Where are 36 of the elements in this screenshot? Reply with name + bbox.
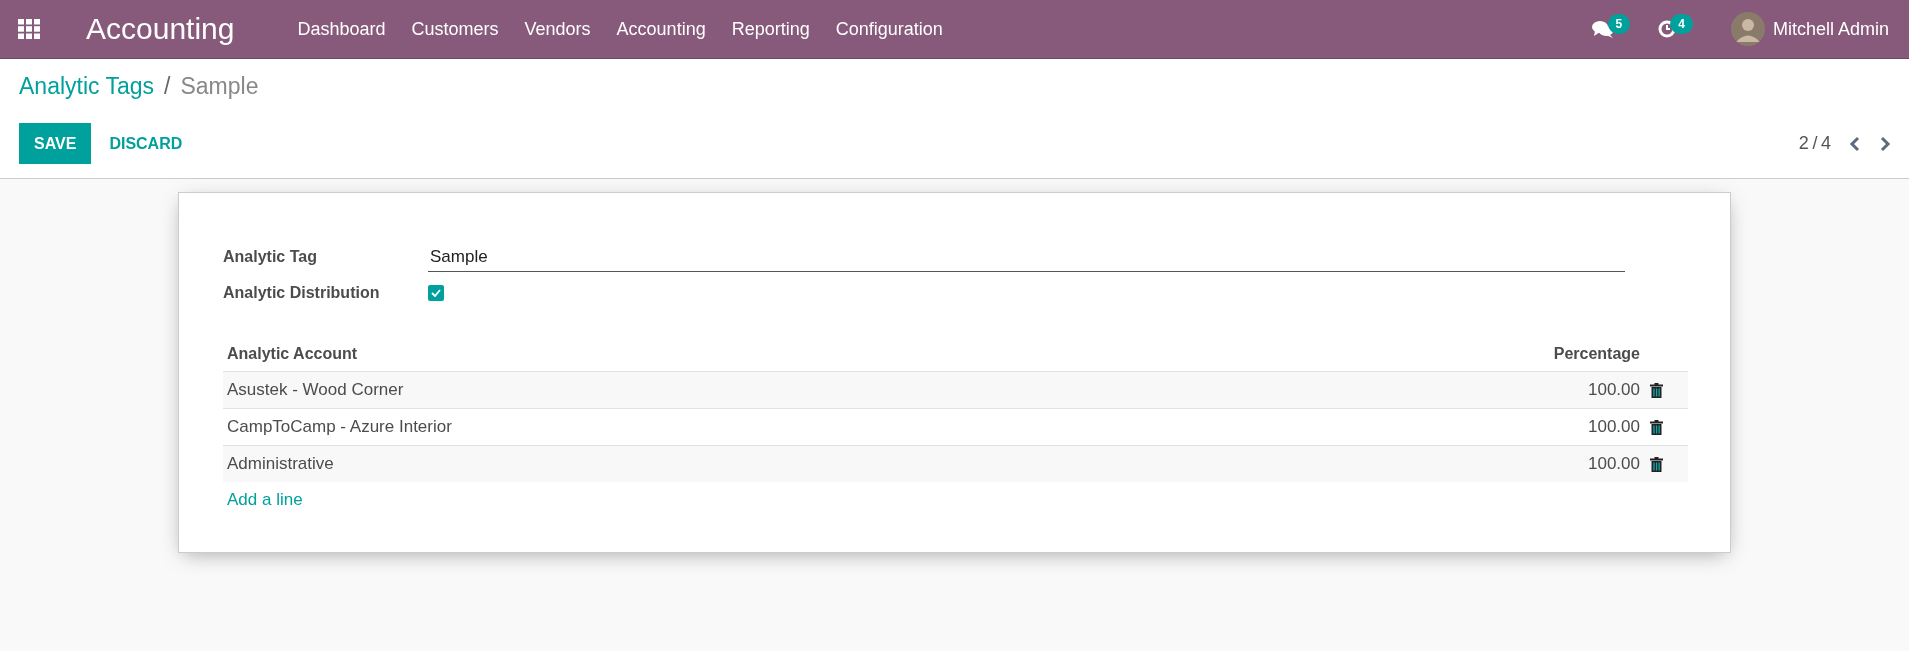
field-label: Analytic Distribution [223,284,381,302]
checkmark-icon [431,289,441,297]
apps-menu-icon[interactable] [18,19,40,39]
next-icon[interactable] [1879,135,1891,152]
add-line-link[interactable]: Add a line [223,482,307,518]
column-header: Percentage [1516,333,1644,372]
menu-item[interactable]: Accounting [603,18,719,40]
message-count-badge: 5 [1607,14,1631,34]
table-cell: CampToCamp - Azure Interior [223,408,1516,446]
column-header: Analytic Account [223,333,1516,372]
breadcrumb-separator: / [164,73,171,100]
trash-icon[interactable] [1650,456,1663,472]
discard-button[interactable]: DISCARD [94,123,198,164]
pager-counter: 2 / 4 [1798,133,1831,154]
table-cell: Asustek - Wood Corner [223,371,1516,409]
user-name[interactable]: Mitchell Admin [1772,18,1889,40]
menu-item[interactable]: Dashboard [284,18,399,40]
breadcrumb-current: Sample [180,73,259,100]
app-title: Accounting [86,12,235,46]
table-cell: 100.00 [1516,445,1644,482]
field-label: Analytic Tag [223,248,318,266]
menu-item[interactable]: Customers [398,18,512,40]
table-cell: 100.00 [1516,371,1644,409]
activity-count-badge: 4 [1670,14,1693,34]
clock-icon[interactable] [1658,20,1677,38]
trash-icon[interactable] [1650,419,1663,435]
previous-icon[interactable] [1849,135,1861,152]
save-button[interactable]: SAVE [19,123,92,164]
menu-item[interactable]: Vendors [511,18,604,40]
table-cell: 100.00 [1516,408,1644,446]
menu-item[interactable]: Configuration [822,18,956,40]
checkbox[interactable] [428,285,444,301]
table-cell: Administrative [223,445,1516,482]
breadcrumb-link[interactable]: Analytic Tags [19,73,155,100]
trash-icon[interactable] [1650,382,1663,398]
menu-item[interactable]: Reporting [718,18,823,40]
